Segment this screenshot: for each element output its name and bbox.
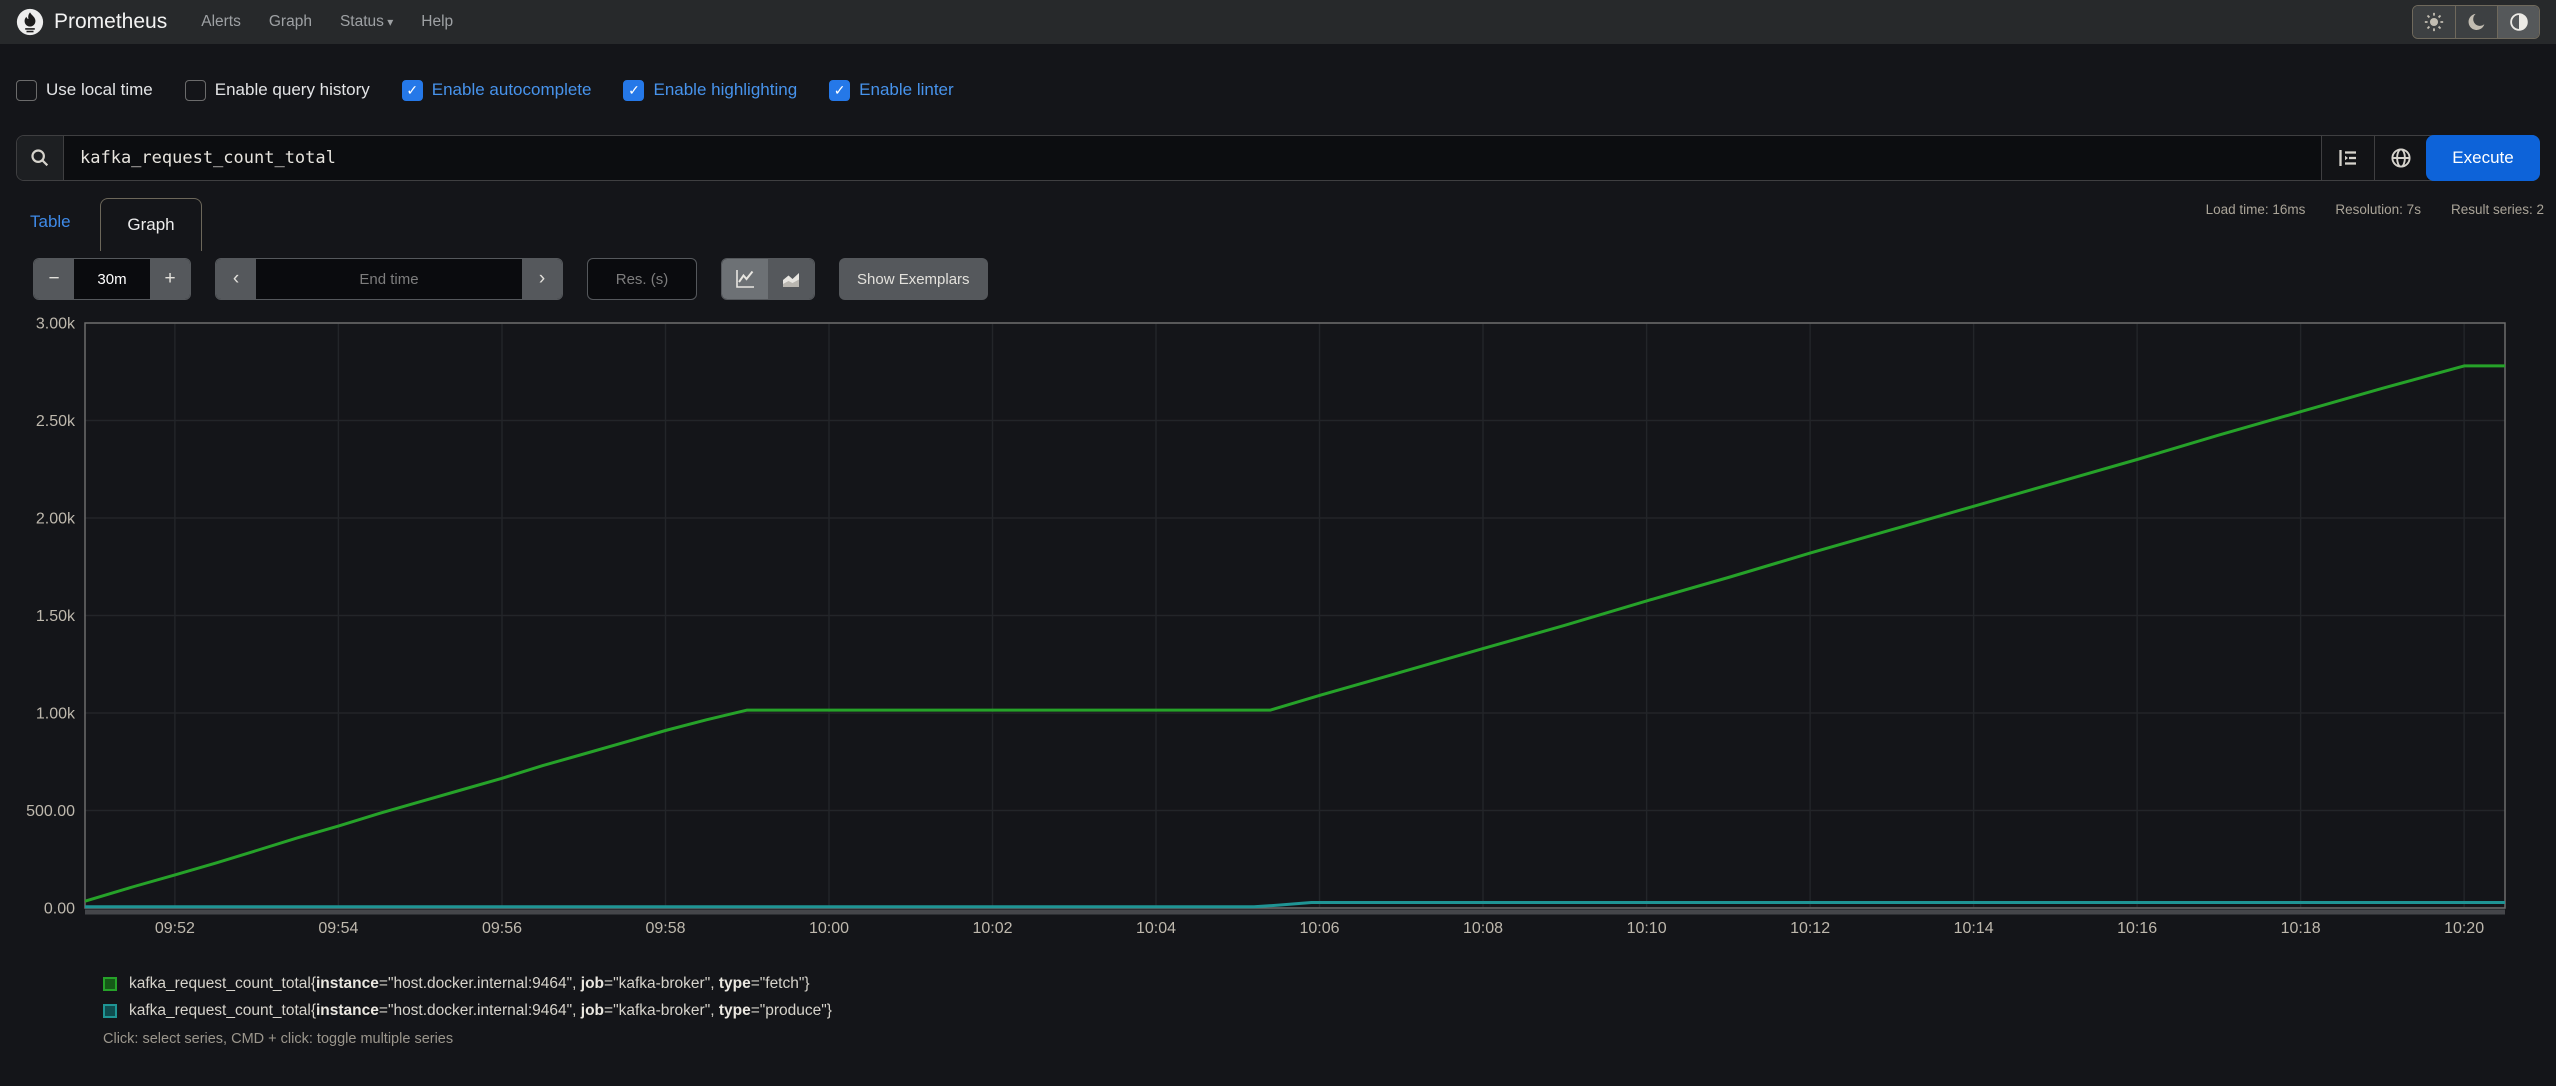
- svg-text:09:52: 09:52: [155, 920, 195, 937]
- time-forward-button[interactable]: ›: [522, 259, 562, 299]
- options-row: Use local time Enable query history ✓ Enabl…: [16, 74, 954, 106]
- svg-text:09:56: 09:56: [482, 920, 522, 937]
- series-swatch-icon: [103, 1003, 117, 1018]
- series-label: kafka_request_count_total{instance="host…: [129, 974, 810, 992]
- half-circle-icon: [2508, 11, 2530, 33]
- checkbox-unchecked-icon[interactable]: [184, 79, 206, 101]
- nav-item-help[interactable]: Help: [421, 13, 453, 31]
- execute-button[interactable]: Execute: [2426, 135, 2540, 181]
- end-time-group: ‹ ›: [215, 258, 563, 300]
- duration-input[interactable]: [74, 259, 150, 299]
- brand-title: Prometheus: [54, 10, 168, 33]
- result-series: Result series: 2: [2450, 202, 2544, 217]
- svg-text:2.00k: 2.00k: [36, 511, 76, 528]
- tab-graph[interactable]: Graph: [100, 198, 202, 251]
- checkbox-checked-icon[interactable]: ✓: [623, 79, 645, 101]
- checkbox-checked-icon[interactable]: ✓: [401, 79, 423, 101]
- option-use-local-time[interactable]: Use local time: [16, 79, 153, 101]
- option-label: Use local time: [46, 80, 153, 99]
- nav-item-status[interactable]: Status ▾: [340, 13, 393, 31]
- metrics-explorer-button[interactable]: [2321, 136, 2374, 180]
- expression-input[interactable]: [64, 136, 2321, 180]
- svg-text:1.50k: 1.50k: [36, 608, 76, 625]
- globe-icon: [2389, 146, 2413, 170]
- stacked-chart-toggle[interactable]: [768, 259, 814, 299]
- option-label: Enable linter: [859, 80, 954, 99]
- series-label: kafka_request_count_total{instance="host…: [129, 1001, 832, 1019]
- tab-table[interactable]: Table: [30, 212, 71, 232]
- option-enable-highlighting[interactable]: ✓ Enable highlighting: [623, 79, 798, 101]
- sun-icon: [2423, 11, 2445, 33]
- prometheus-app: Prometheus Alerts Graph Status ▾ Help Use l…: [0, 0, 2556, 1086]
- legend-hint: Click: select series, CMD + click: toggl…: [103, 1031, 454, 1047]
- legend: kafka_request_count_total{instance="host…: [103, 970, 832, 1047]
- resolution: Resolution: 7s: [2335, 202, 2421, 217]
- svg-text:10:04: 10:04: [1136, 920, 1176, 937]
- query-stats: Load time: 16ms Resolution: 7s Result se…: [2206, 202, 2544, 217]
- nav-item-alerts[interactable]: Alerts: [201, 13, 241, 31]
- moon-icon: [2466, 11, 2488, 33]
- svg-text:09:54: 09:54: [318, 920, 358, 937]
- svg-text:09:58: 09:58: [645, 920, 685, 937]
- nav-links: Alerts Graph Status ▾ Help: [201, 13, 453, 31]
- prometheus-logo-icon: [16, 8, 44, 36]
- globe-button[interactable]: [2374, 136, 2427, 180]
- option-enable-query-history[interactable]: Enable query history: [184, 79, 370, 101]
- option-label: Enable query history: [214, 80, 370, 99]
- svg-text:10:10: 10:10: [1627, 920, 1667, 937]
- option-enable-linter[interactable]: ✓ Enable linter: [829, 79, 954, 101]
- checkbox-unchecked-icon[interactable]: [16, 79, 37, 101]
- search-icon: [29, 147, 51, 169]
- end-time-input[interactable]: [256, 259, 522, 299]
- svg-text:0.00: 0.00: [44, 901, 75, 918]
- stacked-chart-icon: [779, 267, 803, 291]
- svg-text:10:00: 10:00: [809, 920, 849, 937]
- series-swatch-icon: [103, 976, 117, 991]
- navbar: Prometheus Alerts Graph Status ▾ Help: [0, 0, 2556, 44]
- metrics-explorer-icon: [2336, 146, 2360, 170]
- option-label: Enable highlighting: [653, 80, 798, 99]
- light-theme-button[interactable]: [2413, 6, 2455, 38]
- increase-duration-button[interactable]: +: [150, 259, 190, 299]
- checkbox-checked-icon[interactable]: ✓: [829, 79, 851, 101]
- svg-text:10:08: 10:08: [1463, 920, 1503, 937]
- nav-item-graph[interactable]: Graph: [269, 13, 312, 31]
- resolution-input[interactable]: [587, 258, 697, 300]
- dark-theme-button[interactable]: [2455, 6, 2497, 38]
- duration-group: − +: [33, 258, 191, 300]
- svg-text:10:02: 10:02: [972, 920, 1012, 937]
- legend-item[interactable]: kafka_request_count_total{instance="host…: [103, 970, 832, 997]
- line-chart-toggle[interactable]: [722, 259, 768, 299]
- option-label: Enable autocomplete: [431, 80, 592, 99]
- svg-text:500.00: 500.00: [26, 803, 75, 820]
- svg-text:10:06: 10:06: [1299, 920, 1339, 937]
- svg-text:10:20: 10:20: [2444, 920, 2484, 937]
- svg-text:1.00k: 1.00k: [36, 706, 76, 723]
- legend-item[interactable]: kafka_request_count_total{instance="host…: [103, 997, 832, 1024]
- auto-theme-button[interactable]: [2497, 6, 2539, 38]
- decrease-duration-button[interactable]: −: [34, 259, 74, 299]
- theme-toggle-group: [2412, 5, 2540, 39]
- chart-mode-group: [721, 258, 815, 300]
- search-addon: [17, 136, 64, 180]
- svg-text:10:14: 10:14: [1954, 920, 1994, 937]
- graph-controls: − + ‹ ›: [33, 258, 988, 300]
- chevron-down-icon: ▾: [383, 15, 394, 29]
- option-enable-autocomplete[interactable]: ✓ Enable autocomplete: [401, 79, 592, 101]
- svg-text:10:16: 10:16: [2117, 920, 2157, 937]
- query-bar: Execute: [16, 135, 2540, 181]
- svg-text:3.00k: 3.00k: [36, 316, 76, 333]
- time-series-chart[interactable]: 0.00 500.00 1.00k 1.50k 2.00k 2.50k 3.00k 09:52…: [0, 315, 2556, 965]
- brand-link[interactable]: Prometheus: [16, 8, 167, 36]
- svg-text:10:18: 10:18: [2281, 920, 2321, 937]
- svg-text:10:12: 10:12: [1790, 920, 1830, 937]
- show-exemplars-button[interactable]: Show Exemplars: [839, 258, 988, 300]
- line-chart-icon: [733, 267, 757, 291]
- time-back-button[interactable]: ‹: [216, 259, 256, 299]
- svg-text:2.50k: 2.50k: [36, 413, 76, 430]
- load-time: Load time: 16ms: [2205, 202, 2306, 217]
